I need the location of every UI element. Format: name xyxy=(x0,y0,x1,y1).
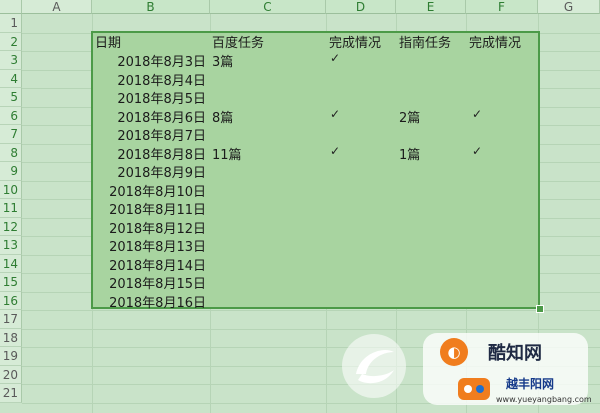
cell-date[interactable]: 2018年8月4日 xyxy=(92,70,206,88)
watermark-site-icon xyxy=(458,378,490,400)
cell-date[interactable]: 2018年8月5日 xyxy=(92,88,206,106)
row-header-19[interactable]: 19 xyxy=(0,347,22,366)
column-header-g[interactable]: G xyxy=(538,0,600,14)
cell-baidu-done[interactable]: ✓ xyxy=(330,51,340,69)
row-header-1[interactable]: 1 xyxy=(0,14,22,33)
cell-guide-done[interactable]: ✓ xyxy=(472,107,482,125)
spreadsheet-grid[interactable]: A B C D E F G 1 2 3 4 5 6 7 8 9 10 11 12 13 14 15 16 17 1… xyxy=(0,0,600,413)
cell-date[interactable]: 2018年8月6日 xyxy=(92,107,206,125)
row-header-10[interactable]: 10 xyxy=(0,180,22,199)
fill-handle[interactable] xyxy=(536,305,544,313)
row-header-6[interactable]: 6 xyxy=(0,106,22,125)
cell-date[interactable]: 2018年8月7日 xyxy=(92,125,206,143)
cell-f2[interactable]: 完成情况 xyxy=(469,32,521,50)
select-all-corner[interactable] xyxy=(0,0,22,14)
cell-date[interactable]: 2018年8月15日 xyxy=(92,273,206,291)
cell-date[interactable]: 2018年8月3日 xyxy=(92,51,206,69)
column-header-b[interactable]: B xyxy=(92,0,210,14)
column-header-d[interactable]: D xyxy=(326,0,396,14)
column-header-e[interactable]: E xyxy=(396,0,466,14)
column-header-c[interactable]: C xyxy=(210,0,326,14)
cell-guide-task[interactable]: 2篇 xyxy=(399,107,420,125)
row-header-8[interactable]: 8 xyxy=(0,143,22,162)
cell-baidu-task[interactable]: 11篇 xyxy=(212,144,242,162)
row-header-5[interactable]: 5 xyxy=(0,88,22,107)
cell-date[interactable]: 2018年8月10日 xyxy=(92,181,206,199)
cell-c2[interactable]: 百度任务 xyxy=(212,32,264,50)
watermark-swirl-logo xyxy=(338,330,410,402)
row-header-14[interactable]: 14 xyxy=(0,254,22,273)
row-header-16[interactable]: 16 xyxy=(0,291,22,310)
cell-date[interactable]: 2018年8月12日 xyxy=(92,218,206,236)
row-header-12[interactable]: 12 xyxy=(0,217,22,236)
row-header-21[interactable]: 21 xyxy=(0,384,22,403)
row-header-13[interactable]: 13 xyxy=(0,236,22,255)
row-header-17[interactable]: 17 xyxy=(0,310,22,329)
watermark-brand-text: 酷知网 xyxy=(488,343,542,364)
row-header-7[interactable]: 7 xyxy=(0,125,22,144)
cell-date[interactable]: 2018年8月9日 xyxy=(92,162,206,180)
row-header-11[interactable]: 11 xyxy=(0,199,22,218)
cell-baidu-done[interactable]: ✓ xyxy=(330,144,340,162)
column-header-a[interactable]: A xyxy=(22,0,92,14)
cell-baidu-done[interactable]: ✓ xyxy=(330,107,340,125)
watermark-site-text: 越丰阳网 xyxy=(506,377,555,391)
row-header-2[interactable]: 2 xyxy=(0,32,22,51)
cell-date[interactable]: 2018年8月14日 xyxy=(92,255,206,273)
cell-date[interactable]: 2018年8月13日 xyxy=(92,236,206,254)
cell-d2[interactable]: 完成情况 xyxy=(329,32,381,50)
row-header-15[interactable]: 15 xyxy=(0,273,22,292)
gridline-row xyxy=(22,310,600,311)
cell-b2[interactable]: 日期 xyxy=(95,32,121,50)
cell-guide-done[interactable]: ✓ xyxy=(472,144,482,162)
row-header-20[interactable]: 20 xyxy=(0,365,22,384)
cell-baidu-task[interactable]: 3篇 xyxy=(212,51,233,69)
row-header-9[interactable]: 9 xyxy=(0,162,22,181)
cell-date[interactable]: 2018年8月11日 xyxy=(92,199,206,217)
cell-date[interactable]: 2018年8月8日 xyxy=(92,144,206,162)
row-header-3[interactable]: 3 xyxy=(0,51,22,70)
column-header-f[interactable]: F xyxy=(466,0,538,14)
cell-date[interactable]: 2018年8月16日 xyxy=(92,292,206,310)
cell-baidu-task[interactable]: 8篇 xyxy=(212,107,233,125)
cell-guide-task[interactable]: 1篇 xyxy=(399,144,420,162)
cell-e2[interactable]: 指南任务 xyxy=(399,32,451,50)
watermark-brand-icon: ◐ xyxy=(440,338,468,366)
row-header-18[interactable]: 18 xyxy=(0,328,22,347)
watermark-url: www.yueyangbang.com xyxy=(496,395,592,404)
row-header-4[interactable]: 4 xyxy=(0,69,22,88)
gridline-row xyxy=(22,328,600,330)
